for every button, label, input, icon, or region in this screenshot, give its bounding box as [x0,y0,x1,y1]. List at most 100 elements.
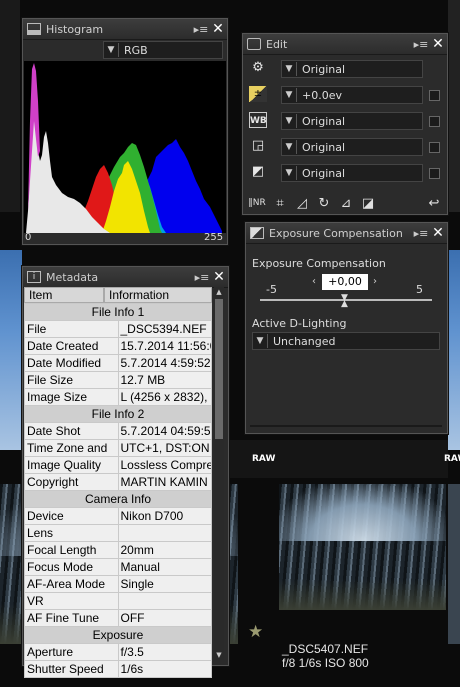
metadata-row[interactable]: Image Quality Lossless Compres [24,456,212,474]
undo-icon[interactable]: ↩ [423,196,445,211]
exposure-min-label: -5 [266,283,277,296]
metadata-table-header: Item Information [24,287,212,303]
metadata-row[interactable]: Date Created15.7.2014 11:56:04 [24,337,212,355]
white-balance-checkbox[interactable] [429,116,440,127]
metadata-key: Device [24,507,119,525]
metadata-value: Single [117,575,212,593]
scroll-down-icon[interactable]: ▼ [214,650,224,660]
metadata-value: Lossless Compres [117,456,212,474]
histogram-title: Histogram [46,22,104,36]
edit-adjustment-select[interactable]: ▼ Original [281,60,423,78]
column-header-item[interactable]: Item [24,287,104,303]
exposure-slider-marker: ▲ [341,299,348,309]
active-d-lighting-label: Active D-Lighting [252,317,347,330]
exposure-increase-arrow[interactable]: › [373,276,377,287]
thumbnail-image-selected[interactable] [279,484,446,610]
metadata-key: Aperture [24,643,119,661]
metadata-row[interactable]: Device Nikon D700 [24,507,212,525]
white-balance-select[interactable]: ▼ Original [281,112,423,130]
metadata-row[interactable]: AF Fine Tune OFF [24,609,212,627]
active-d-lighting-value: Unchanged [273,334,336,348]
chevron-down-icon: ▼ [107,45,115,55]
metadata-row[interactable]: VR [24,592,212,610]
metadata-row[interactable]: Aperture f/3.5 [24,643,212,661]
tone-curve-select[interactable]: ▼ Original [281,164,423,182]
panel-menu-icon[interactable]: ▸≡ [194,271,210,284]
thumbnail-top-left[interactable] [0,0,20,212]
histogram-titlebar[interactable]: Histogram ▸≡ ✕ [23,19,227,40]
metadata-row[interactable]: Time Zone and UTC+1, DST:ON [24,439,212,457]
metadata-row[interactable]: Shutter Speed 1/6s [24,660,212,678]
metadata-value: OFF [117,609,212,627]
straighten-icon[interactable]: ⊿ [335,196,357,211]
curve-icon[interactable]: ◪ [357,196,379,211]
scroll-up-icon[interactable]: ▲ [214,287,224,297]
picture-control-icon: ◲ [251,138,265,153]
metadata-value: 15.7.2014 11:56:04 [117,337,212,355]
metadata-row[interactable]: File _DSC5394.NEF [24,320,212,338]
section-title: File Info 1 [24,303,212,321]
section-title: Exposure [24,626,212,644]
metadata-value: MARTIN KAMIN [117,473,212,491]
tone-curve-checkbox[interactable] [429,168,440,179]
metadata-value: UTC+1, DST:ON [117,439,212,457]
white-balance-value: Original [302,114,346,128]
close-icon[interactable]: ✕ [209,21,227,37]
metadata-row[interactable]: Date Modified 5.7.2014 4:59:52 [24,354,212,372]
histogram-axis-max: 255 [204,232,224,243]
thumbnail-right-edge[interactable] [448,484,460,644]
exposure-value: +0.0ev [302,88,342,102]
column-header-information[interactable]: Information [104,287,212,303]
metadata-value: 5.7.2014 4:59:52 [117,354,212,372]
edit-titlebar[interactable]: Edit ▸≡ ✕ [243,34,447,55]
rating-star-icon[interactable]: ★ [248,622,263,642]
metadata-row[interactable]: File Size 12.7 MB [24,371,212,389]
metadata-section-header[interactable]: File Info 2 [24,405,212,423]
thumbnail-left-sky[interactable] [0,250,22,450]
metadata-row[interactable]: Focus Mode Manual [24,558,212,576]
metadata-row[interactable]: Lens [24,524,212,542]
exposure-value-field[interactable]: +0,00 [322,274,368,290]
close-icon[interactable]: ✕ [429,36,447,52]
rotate-icon[interactable]: ↻ [313,196,335,211]
histogram-channel-value: RGB [124,43,148,57]
exposure-checkbox[interactable] [429,90,440,101]
metadata-titlebar[interactable]: i Metadata ▸≡ ✕ [23,267,228,288]
metadata-section-header[interactable]: Exposure [24,626,212,644]
edit-title: Edit [266,37,288,51]
metadata-scrollbar[interactable]: ▲ ▼ [214,287,224,660]
crop-icon[interactable]: ⌗ [269,196,291,211]
thumbnail-shooting-info: f/8 1/6s ISO 800 [282,656,369,670]
active-d-lighting-select[interactable]: ▼ Unchanged [252,332,440,350]
metadata-value [117,592,212,610]
close-icon[interactable]: ✕ [429,225,447,241]
metadata-row[interactable]: Date Shot5.7.2014 04:59:52.0 [24,422,212,440]
raw-badge: RAW [252,454,276,464]
exposure-decrease-arrow[interactable]: ‹ [312,276,316,287]
picture-control-select[interactable]: ▼ Original [281,138,423,156]
picture-control-checkbox[interactable] [429,142,440,153]
thumbnail-right-sky[interactable] [448,250,460,450]
metadata-value: f/3.5 [117,643,212,661]
thumbnail-filename: _DSC5407.NEF [282,642,369,656]
metadata-row[interactable]: Copyright MARTIN KAMIN [24,473,212,491]
panel-menu-icon[interactable]: ▸≡ [193,23,209,36]
section-title: Camera Info [24,490,212,508]
noise-reduction-icon[interactable]: ‖NR [245,198,269,208]
thumbnail-top-right[interactable] [448,0,460,212]
metadata-section-header[interactable]: File Info 1 [24,303,212,321]
histogram-channel-select[interactable]: ▼ RGB [103,41,223,59]
metadata-row[interactable]: Focal Length 20mm [24,541,212,559]
panel-menu-icon[interactable]: ▸≡ [413,227,429,240]
metadata-row[interactable]: Image SizeL (4256 x 2832), FX [24,388,212,406]
panel-menu-icon[interactable]: ▸≡ [413,38,429,51]
close-icon[interactable]: ✕ [210,269,228,285]
exposure-select[interactable]: ▼ +0.0ev [281,86,423,104]
exposure-compensation-titlebar[interactable]: Exposure Compensation ▸≡ ✕ [246,223,447,244]
histogram-axis-min: 0 [25,232,32,243]
metadata-section-header[interactable]: Camera Info [24,490,212,508]
metadata-key: VR [24,592,119,610]
scrollbar-thumb[interactable] [215,299,223,439]
levels-icon[interactable]: ◿ [291,196,313,211]
metadata-row[interactable]: AF-Area Mode Single [24,575,212,593]
